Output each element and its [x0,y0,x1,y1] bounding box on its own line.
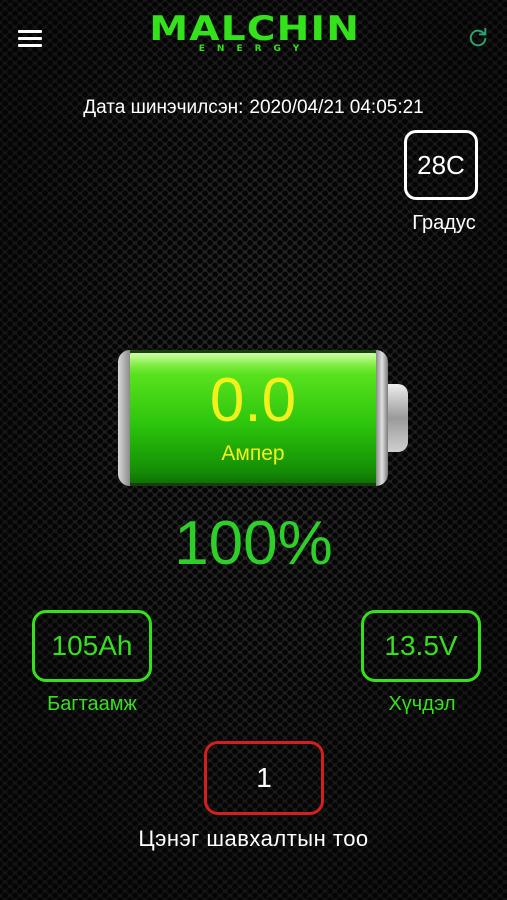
charge-count-label: Цэнэг шавхалтын тоо [138,826,369,851]
last-updated-value: 2020/04/21 04:05:21 [249,97,424,118]
hamburger-menu-icon [18,30,42,33]
capacity-label: Багтаамж [47,693,137,715]
refresh-icon [469,27,487,47]
app-logo: MALCHIN ENERGY [140,12,370,56]
temperature-label: Градус [412,212,476,234]
battery-terminal [388,384,408,452]
temperature-box: 28C [404,130,478,200]
voltage-label: Хүчдэл [388,693,456,715]
current-unit: Ампер [221,442,285,465]
capacity-value: 105Ah [51,630,133,661]
charge-percent: 100% [174,509,333,578]
menu-button[interactable] [18,30,42,48]
voltage-box: 13.5V [361,610,481,682]
voltage-value: 13.5V [384,630,458,661]
capacity-box: 105Ah [32,610,152,682]
last-updated: Дата шинэчилсэн: 2020/04/21 04:05:21 [0,97,507,119]
battery-body: 0.0 Ампер [118,350,388,486]
charge-count-box: 1 [204,741,324,815]
battery-indicator: 0.0 Ампер [118,350,408,486]
logo-main-text: MALCHIN [149,9,361,49]
refresh-button[interactable] [467,27,489,49]
charge-count-value: 1 [256,762,272,793]
last-updated-label: Дата шинэчилсэн: [83,97,244,118]
temperature-value: 28C [417,149,465,180]
current-value: 0.0 [209,366,297,435]
